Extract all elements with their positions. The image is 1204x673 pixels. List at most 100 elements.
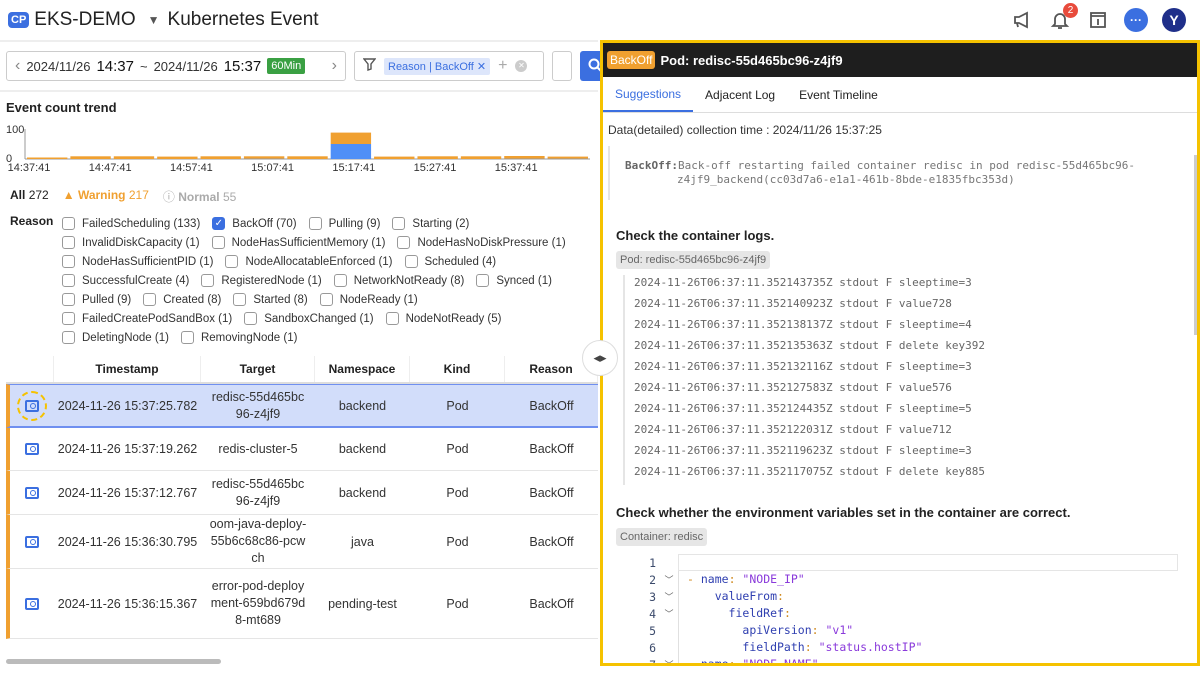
megaphone-icon[interactable] [1010,8,1034,32]
reason-checkbox[interactable]: FailedScheduling (133) [62,217,200,230]
reason-checkbox[interactable]: NodeHasSufficientPID (1) [62,255,213,268]
next-range-button[interactable]: › [332,57,337,75]
remove-chip-icon[interactable]: ✕ [477,61,486,73]
panel-scrollbar[interactable] [1194,155,1197,335]
table-row[interactable]: 2024-11-26 15:37:25.782 redisc-55d465bc9… [6,384,598,428]
checkbox-icon[interactable] [392,217,406,230]
column-header[interactable]: Namespace [315,356,410,382]
reason-checkbox[interactable]: InvalidDiskCapacity (1) [62,236,200,249]
reason-checkbox[interactable]: Pulled (9) [62,293,131,306]
bell-icon[interactable]: 2 [1048,3,1078,32]
detail-view-icon[interactable] [25,597,39,610]
reason-checkbox[interactable]: NodeReady (1) [319,293,418,306]
checkbox-icon[interactable] [62,274,75,287]
checkbox-icon[interactable] [62,255,75,268]
reason-checkbox[interactable]: DeletingNode (1) [62,331,169,344]
table-row[interactable]: 2024-11-26 15:37:12.767 redisc-55d465bc9… [6,471,598,515]
detail-view-icon[interactable] [25,486,39,499]
column-header[interactable]: Kind [410,356,505,382]
tab-event-timeline[interactable]: Event Timeline [787,77,890,112]
code-line[interactable]: 1 [616,554,1192,571]
option-button[interactable] [552,51,572,81]
detail-view-icon[interactable] [25,535,39,548]
checkbox-icon[interactable] [201,274,215,287]
reason-checkbox[interactable]: FailedCreatePodSandBox (1) [62,312,232,325]
checkbox-icon[interactable]: ✓ [212,217,226,230]
checkbox-icon[interactable] [143,293,157,306]
chat-icon[interactable]: ··· [1124,8,1148,32]
clear-filter-icon[interactable]: ✕ [515,60,528,72]
detail-view-icon[interactable] [25,399,39,412]
fold-chevron-icon[interactable]: ﹀ [660,607,678,620]
horizontal-scrollbar[interactable] [6,659,221,664]
project-name[interactable]: EKS-DEMO [34,9,135,31]
table-row[interactable]: 2024-11-26 15:37:19.262 redis-cluster-5 … [6,428,598,471]
reason-checkbox[interactable]: NodeHasSufficientMemory (1) [211,236,385,249]
prev-range-button[interactable]: ‹ [15,57,20,75]
checkbox-icon[interactable] [476,274,490,287]
checkbox-icon[interactable] [62,312,75,325]
fold-chevron-icon[interactable]: ﹀ [660,658,678,663]
checkbox-icon[interactable] [62,293,75,306]
x-tick-label: 14:57:41 [170,162,213,174]
checkbox-icon[interactable] [308,217,322,230]
checkbox-icon[interactable] [244,312,258,325]
count-warning[interactable]: ▲ Warning 217 [63,188,149,205]
count-all[interactable]: All 272 [10,188,49,205]
code-line[interactable]: 3 ﹀ valueFrom: [616,588,1192,605]
reason-checkbox[interactable]: ✓ BackOff (70) [212,217,297,230]
reason-checkbox[interactable]: NodeHasNoDiskPressure (1) [397,236,566,249]
project-dropdown-icon[interactable]: ▼ [148,13,160,27]
reason-checkbox[interactable]: Starting (2) [392,217,469,230]
checkbox-icon[interactable] [333,274,347,287]
checkbox-icon[interactable] [319,293,333,306]
detail-view-icon[interactable] [25,443,39,455]
reason-checkbox[interactable]: Started (8) [233,293,308,306]
reason-checkbox[interactable]: NodeNotReady (5) [385,312,501,325]
checkbox-icon[interactable] [385,312,399,325]
fold-chevron-icon[interactable]: ﹀ [660,590,678,603]
tab-suggestions[interactable]: Suggestions [603,77,694,112]
column-header[interactable] [6,356,54,382]
reason-checkbox[interactable]: SandboxChanged (1) [244,312,374,325]
checkbox-icon[interactable] [404,255,418,268]
code-line[interactable]: 6 fieldPath: "status.hostIP" [616,639,1192,656]
reason-checkbox[interactable]: Synced (1) [476,274,552,287]
avatar[interactable]: Y [1162,8,1186,32]
table-row[interactable]: 2024-11-26 15:36:30.795 oom-java-deploy-… [6,515,598,569]
checkbox-icon[interactable] [180,331,194,344]
checkbox-icon[interactable] [62,236,75,249]
code-line[interactable]: 5 apiVersion: "v1" [616,622,1192,639]
code-line[interactable]: 2 ﹀ - name: "NODE_IP" [616,571,1192,588]
reason-checkbox[interactable]: NodeAllocatableEnforced (1) [225,255,393,268]
filter-chip[interactable]: Reason | BackOff ✕ [384,57,491,75]
reason-checkbox[interactable]: Pulling (9) [308,217,380,230]
code-line[interactable]: 7 ﹀ - name: "NODE_NAME" [616,656,1192,663]
column-header[interactable]: Target [201,356,315,382]
reason-checkbox[interactable]: RemovingNode (1) [180,331,297,344]
info-panel-icon[interactable] [1086,8,1110,32]
pane-resize-handle[interactable]: ◂▸ [582,340,618,376]
table-row[interactable]: 2024-11-26 15:36:15.367 error-pod-deploy… [6,569,598,639]
column-header[interactable]: Timestamp [54,356,201,382]
reason-checkbox[interactable]: SuccessfulCreate (4) [62,274,189,287]
env-code-editor[interactable]: 1 2 ﹀ - name: "NODE_IP" 3 ﹀ valueFrom: 4 ﹀ fie… [616,554,1192,663]
reason-checkbox[interactable]: RegisteredNode (1) [201,274,322,287]
code-line[interactable]: 4 ﹀ fieldRef: [616,605,1192,622]
checkbox-icon[interactable] [225,255,239,268]
reason-checkbox[interactable]: Scheduled (4) [404,255,496,268]
checkbox-icon[interactable] [233,293,247,306]
reason-checkbox[interactable]: Created (8) [143,293,221,306]
tab-adjacent-log[interactable]: Adjacent Log [693,77,787,112]
time-range-picker[interactable]: ‹ 2024/11/26 14:37 ~ 2024/11/26 15:37 60Mi… [6,51,346,81]
checkbox-icon[interactable] [211,236,225,249]
filter-box[interactable]: Reason | BackOff ✕ + ✕ [354,51,544,81]
reason-checkbox[interactable]: NetworkNotReady (8) [333,274,464,287]
fold-chevron-icon[interactable]: ﹀ [660,573,678,586]
add-filter-icon[interactable]: + [498,57,507,75]
count-normal[interactable]: ⓘ Normal 55 [163,188,236,205]
checkbox-icon[interactable] [62,331,75,344]
range-badge[interactable]: 60Min [267,58,306,74]
checkbox-icon[interactable] [62,217,75,230]
checkbox-icon[interactable] [397,236,411,249]
